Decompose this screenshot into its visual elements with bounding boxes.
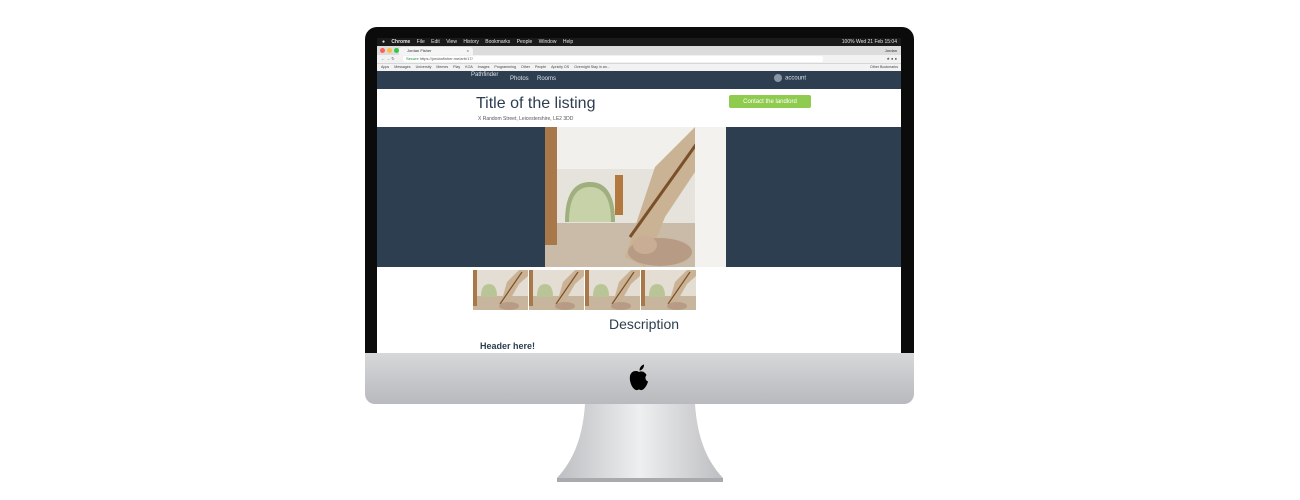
account-label: account <box>785 75 807 82</box>
listing-address: X Random Street, Leicestershire, LE2 3DD <box>478 116 574 122</box>
browser-tab[interactable]: Jordan Fisher × <box>399 47 473 55</box>
contact-landlord-button[interactable]: Contact the landlord <box>729 95 811 108</box>
listing-title: Title of the listing <box>476 95 596 112</box>
tab-strip: Jordan Fisher × Jordan <box>377 46 901 55</box>
menu-view[interactable]: View <box>446 39 457 45</box>
address-bar: ← → ↻ Secure https://jordanfisher.me/arb… <box>377 55 901 64</box>
menu-history[interactable]: History <box>463 39 479 45</box>
menu-chrome[interactable]: Chrome <box>391 39 410 45</box>
other-bookmarks[interactable]: Other Bookmarks <box>870 64 898 71</box>
bookmark-item[interactable]: Messages <box>394 65 410 69</box>
profile-name[interactable]: Jordan <box>885 46 897 55</box>
menubar-status: 100% Wed 21 Feb 15:04 <box>841 39 897 45</box>
hero-photo[interactable] <box>545 127 726 267</box>
bookmark-item[interactable]: Programming <box>494 65 516 69</box>
listing-header: Title of the listing X Random Street, Le… <box>377 89 901 127</box>
close-window-icon[interactable] <box>380 48 385 53</box>
menu-file[interactable]: File <box>417 39 425 45</box>
photo-carousel <box>377 127 901 267</box>
thumbnail[interactable] <box>529 270 584 310</box>
bookmarks-bar: Apps Messages University Memes Play KOA … <box>377 64 901 71</box>
bookmark-item[interactable]: Play <box>453 65 460 69</box>
description-heading: Description <box>608 316 680 332</box>
site-brand[interactable]: Pathfinder <box>471 71 498 79</box>
description-subheading: Header here! <box>480 341 536 351</box>
site-navbar: Pathfinder Photos Rooms account <box>377 71 901 89</box>
bookmark-item[interactable]: Memes <box>436 65 448 69</box>
thumbnail[interactable] <box>585 270 640 310</box>
menu-help[interactable]: Help <box>563 39 573 45</box>
extension-icons[interactable]: ★ ● ● <box>886 55 897 63</box>
url-text: https://jordanfisher.me/arb/17/ <box>419 56 473 61</box>
menu-window[interactable]: Window <box>539 39 557 45</box>
bookmark-item[interactable]: University <box>416 65 432 69</box>
bookmark-item[interactable]: People <box>535 65 546 69</box>
account-menu[interactable]: account <box>774 74 810 83</box>
menu-bookmarks[interactable]: Bookmarks <box>485 39 510 45</box>
tab-title: Jordan Fisher <box>407 48 432 53</box>
apple-logo-icon <box>629 364 648 391</box>
bookmark-item[interactable]: Apps <box>381 65 389 69</box>
apple-menu-icon[interactable]: ● <box>382 39 385 45</box>
browser-nav-icons[interactable]: ← → ↻ <box>381 55 395 63</box>
bookmark-item[interactable]: Apricity OS <box>551 65 569 69</box>
bookmark-item[interactable]: Overnight Stay in an... <box>574 65 610 69</box>
avatar <box>774 74 782 82</box>
mac-menubar: ● Chrome File Edit View History Bookmark… <box>377 38 901 46</box>
bookmark-item[interactable]: Other <box>521 65 530 69</box>
bookmark-item[interactable]: Images <box>478 65 490 69</box>
menu-edit[interactable]: Edit <box>431 39 440 45</box>
bookmark-item[interactable]: KOA <box>465 65 472 69</box>
thumbnail[interactable] <box>641 270 696 310</box>
screen: ● Chrome File Edit View History Bookmark… <box>377 38 901 353</box>
thumbnail-strip <box>473 270 698 310</box>
thumbnail[interactable] <box>473 270 528 310</box>
tab-close-icon[interactable]: × <box>467 47 469 55</box>
nav-photos-link[interactable]: Photos <box>510 76 529 82</box>
secure-label: Secure <box>406 56 419 61</box>
url-field[interactable]: Secure https://jordanfisher.me/arb/17/ <box>403 56 823 62</box>
minimize-window-icon[interactable] <box>387 48 392 53</box>
imac-stand <box>557 404 723 482</box>
nav-rooms-link[interactable]: Rooms <box>537 76 556 82</box>
menu-people[interactable]: People <box>517 39 533 45</box>
